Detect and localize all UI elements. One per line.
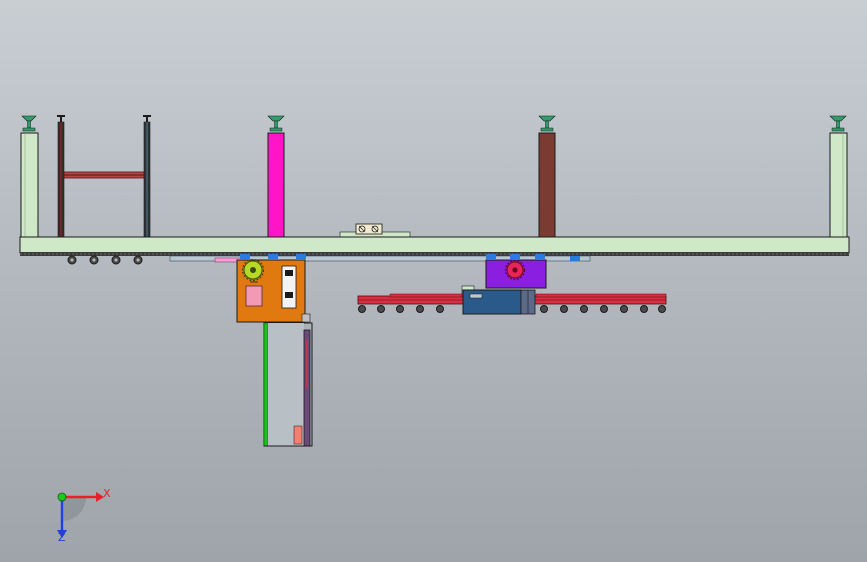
roller-icon: [540, 305, 548, 313]
pink-block: [245, 285, 263, 307]
roller-icon: [89, 255, 99, 265]
roller-icon: [377, 305, 385, 313]
orange-carriage: [236, 258, 312, 334]
roller-icon: [658, 305, 666, 313]
leveling-foot-icon: [21, 115, 37, 132]
left-rack-frame: [57, 115, 151, 239]
brown-post: [538, 115, 556, 239]
beam-top-device: [339, 223, 411, 239]
roller-icon: [436, 305, 444, 313]
green-rod: [263, 322, 269, 447]
vertical-arm: [263, 322, 313, 447]
x-axis-label: X: [103, 487, 111, 500]
roller-icon: [358, 305, 366, 313]
cad-viewport[interactable]: X Z: [0, 0, 867, 562]
magenta-post: [267, 115, 285, 239]
roller-icon: [560, 305, 568, 313]
leveling-foot-icon: [267, 115, 285, 132]
leveling-foot-icon: [538, 115, 556, 132]
main-beam: [19, 236, 850, 263]
leveling-foot-icon: [57, 115, 151, 122]
leveling-foot-icon: [829, 115, 847, 132]
roller-icon: [396, 305, 404, 313]
z-axis-label: Z: [58, 531, 66, 544]
beam-rollers: [67, 255, 143, 265]
purple-gearbox: [485, 259, 547, 289]
roller-icon: [133, 255, 143, 265]
assembly-drawing: X Z: [19, 115, 850, 544]
roller-icon: [416, 305, 424, 313]
roller-icon: [620, 305, 628, 313]
motor-box: [461, 285, 536, 315]
roller-icon: [111, 255, 121, 265]
roller-icon: [600, 305, 608, 313]
left-outer-post: [20, 115, 39, 239]
right-outer-post: [829, 115, 848, 239]
roller-icon: [580, 305, 588, 313]
roller-icon: [640, 305, 648, 313]
frame-post: [20, 132, 39, 239]
roller-icon: [67, 255, 77, 265]
gear-icon: [504, 259, 526, 281]
